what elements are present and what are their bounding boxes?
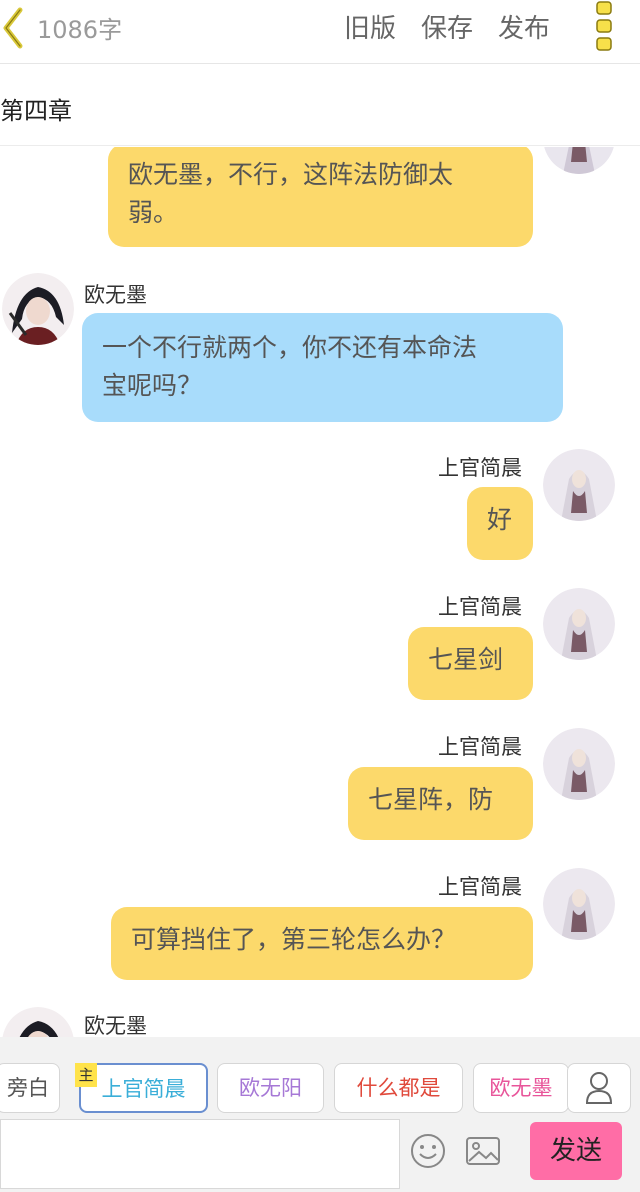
role-chip-label: 旁白	[7, 1076, 49, 1100]
role-chip-shenme-doushi[interactable]: 什么都是	[334, 1063, 463, 1113]
message-bubble[interactable]: 七星剑	[408, 627, 533, 700]
role-chip-label: 什么都是	[356, 1076, 441, 1100]
message-line: 七星阵，防	[368, 785, 494, 814]
avatar	[543, 449, 615, 521]
role-chip-ou-wuyang[interactable]: 欧无阳	[217, 1063, 324, 1113]
message-line: 宝呢吗？	[102, 371, 203, 400]
word-count: 1086字	[37, 16, 123, 44]
message-line: 弱。	[128, 198, 179, 227]
chat-area[interactable]: 欧无墨，不行，这阵法防御太 弱。 欧无墨 一个不行就两个，你不还有本命法 宝呢吗…	[0, 147, 640, 1037]
avatar	[544, 147, 614, 174]
message-bubble[interactable]: 好	[467, 487, 533, 560]
speaker-name: 上官简晨	[438, 595, 522, 619]
speaker-name: 欧无墨	[84, 1014, 147, 1037]
chapter-header: 第四章	[0, 64, 640, 146]
role-chip-narrator[interactable]: 旁白	[0, 1063, 60, 1113]
send-button[interactable]: 发送	[530, 1122, 622, 1180]
user-icon	[585, 1072, 613, 1104]
message-line: 好	[487, 505, 513, 534]
message-line: 七星剑	[428, 645, 504, 674]
main-role-badge: 主	[75, 1063, 97, 1087]
role-chip-label: 欧无墨	[489, 1076, 553, 1100]
avatar	[2, 273, 74, 345]
emoji-icon[interactable]	[410, 1133, 446, 1169]
more-vertical-icon[interactable]	[594, 0, 614, 52]
input-bar: 发送	[0, 1117, 640, 1192]
chevron-left-icon[interactable]	[0, 6, 30, 50]
role-chip-ou-wumo[interactable]: 欧无墨	[473, 1063, 569, 1113]
role-chip-label: 欧无阳	[239, 1076, 302, 1100]
image-icon[interactable]	[465, 1133, 501, 1169]
message-line: 可算挡住了，第三轮怎么办？	[131, 925, 457, 954]
message-bubble[interactable]: 一个不行就两个，你不还有本命法 宝呢吗？	[82, 313, 563, 422]
role-chip-shangguan-jianchen[interactable]: 上官简晨	[79, 1063, 208, 1113]
avatar	[543, 728, 615, 800]
speaker-name: 上官简晨	[438, 875, 522, 899]
message-input[interactable]	[0, 1119, 400, 1189]
message-bubble[interactable]: 七星阵，防	[348, 767, 533, 840]
message-line: 欧无墨，不行，这阵法防御太	[128, 160, 454, 189]
role-manage-button[interactable]	[567, 1063, 631, 1113]
message-bubble[interactable]: 可算挡住了，第三轮怎么办？	[111, 907, 533, 980]
publish-button[interactable]: 发布	[498, 8, 550, 45]
message-bubble[interactable]: 欧无墨，不行，这阵法防御太 弱。	[108, 147, 533, 247]
avatar	[543, 588, 615, 660]
speaker-name: 欧无墨	[84, 283, 147, 307]
role-chip-label: 上官简晨	[101, 1077, 186, 1101]
chapter-title[interactable]: 第四章	[0, 91, 72, 126]
avatar	[543, 868, 615, 940]
avatar	[2, 1007, 74, 1037]
message-line: 一个不行就两个，你不还有本命法	[102, 333, 478, 362]
old-version-button[interactable]: 旧版	[344, 8, 396, 45]
top-bar: 1086字 旧版 保存 发布	[0, 0, 640, 64]
speaker-name: 上官简晨	[438, 456, 522, 480]
save-button[interactable]: 保存	[421, 8, 473, 45]
speaker-name: 上官简晨	[438, 735, 522, 759]
